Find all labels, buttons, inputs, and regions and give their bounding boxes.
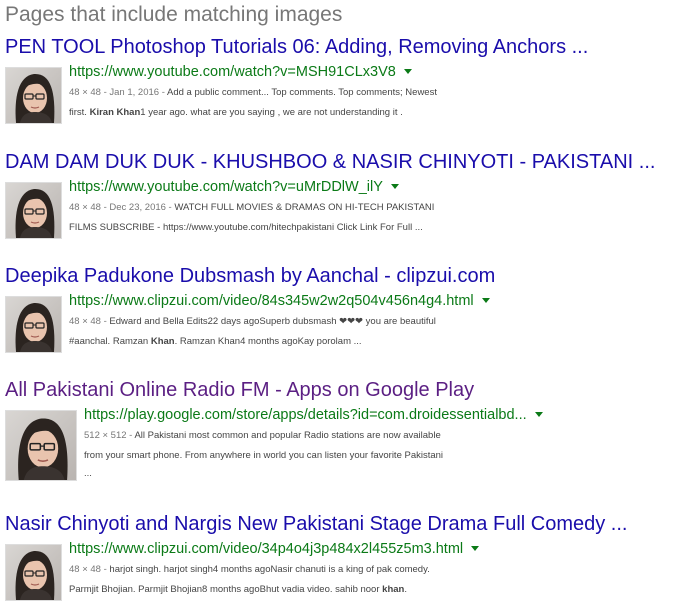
search-result: Deepika Padukone Dubsmash by Aanchal - c…: [0, 265, 676, 365]
search-result: PEN TOOL Photoshop Tutorials 06: Adding,…: [0, 36, 676, 136]
person-photo-icon[interactable]: [5, 410, 77, 481]
caret-down-icon[interactable]: [534, 411, 543, 417]
result-snippet: from your smart phone. From anywhere in …: [84, 450, 444, 461]
result-meta: 48 × 48 - Dec 23, 2016 -: [69, 202, 175, 213]
result-title-link[interactable]: Deepika Padukone Dubsmash by Aanchal - c…: [5, 265, 495, 288]
result-meta: 48 × 48 -: [69, 316, 110, 327]
result-title-link[interactable]: PEN TOOL Photoshop Tutorials 06: Adding,…: [5, 36, 588, 59]
result-url-line: https://play.google.com/store/apps/detai…: [84, 404, 543, 426]
result-snippet: first. Kiran Khan1 year ago. what are yo…: [69, 107, 403, 118]
caret-down-icon[interactable]: [403, 68, 412, 74]
search-result: DAM DAM DUK DUK - KHUSHBOO & NASIR CHINY…: [0, 151, 676, 251]
result-snippet: #aanchal. Ramzan Khan. Ramzan Khan4 mont…: [69, 336, 362, 347]
caret-down-icon[interactable]: [471, 545, 480, 551]
result-snippet: ...: [84, 468, 92, 479]
search-result: All Pakistani Online Radio FM - Apps on …: [0, 379, 676, 494]
result-title-link[interactable]: All Pakistani Online Radio FM - Apps on …: [5, 379, 474, 402]
result-url-link[interactable]: https://www.youtube.com/watch?v=uMrDDlW_…: [69, 179, 383, 195]
result-snippet: FILMS SUBSCRIBE - https://www.youtube.co…: [69, 222, 423, 233]
result-snippet: 48 × 48 - Dec 23, 2016 - WATCH FULL MOVI…: [69, 202, 435, 213]
result-meta: 48 × 48 - Jan 1, 2016 -: [69, 87, 167, 98]
person-photo-icon[interactable]: [5, 296, 62, 353]
result-meta: 512 × 512 -: [84, 430, 135, 441]
result-snippet: 48 × 48 - harjot singh. harjot singh4 mo…: [69, 564, 430, 575]
result-title-link[interactable]: Nasir Chinyoti and Nargis New Pakistani …: [5, 513, 627, 536]
result-url-line: https://www.youtube.com/watch?v=uMrDDlW_…: [69, 176, 434, 198]
person-photo-icon[interactable]: [5, 67, 62, 124]
person-photo-icon[interactable]: [5, 182, 62, 239]
caret-down-icon[interactable]: [390, 183, 399, 189]
section-title: Pages that include matching images: [5, 3, 343, 26]
result-url-link[interactable]: https://www.youtube.com/watch?v=MSH91CLx…: [69, 64, 396, 80]
result-title-link[interactable]: DAM DAM DUK DUK - KHUSHBOO & NASIR CHINY…: [5, 151, 655, 174]
result-url-link[interactable]: https://www.clipzui.com/video/84s345w2w2…: [69, 293, 474, 309]
result-snippet: 48 × 48 - Edward and Bella Edits22 days …: [69, 316, 436, 327]
result-snippet: 48 × 48 - Jan 1, 2016 - Add a public com…: [69, 87, 437, 98]
result-snippet: 512 × 512 - All Pakistani most common an…: [84, 430, 441, 441]
caret-down-icon[interactable]: [481, 297, 490, 303]
search-result: Nasir Chinyoti and Nargis New Pakistani …: [0, 513, 676, 612]
result-url-link[interactable]: https://www.clipzui.com/video/34p4o4j3p4…: [69, 541, 463, 557]
person-photo-icon[interactable]: [5, 544, 62, 601]
result-url-line: https://www.clipzui.com/video/84s345w2w2…: [69, 290, 490, 312]
result-url-line: https://www.clipzui.com/video/34p4o4j3p4…: [69, 538, 480, 560]
result-url-link[interactable]: https://play.google.com/store/apps/detai…: [84, 407, 527, 423]
result-meta: 48 × 48 -: [69, 564, 110, 575]
result-url-line: https://www.youtube.com/watch?v=MSH91CLx…: [69, 61, 437, 83]
result-snippet: Parmjit Bhojian. Parmjit Bhojian8 months…: [69, 584, 407, 595]
